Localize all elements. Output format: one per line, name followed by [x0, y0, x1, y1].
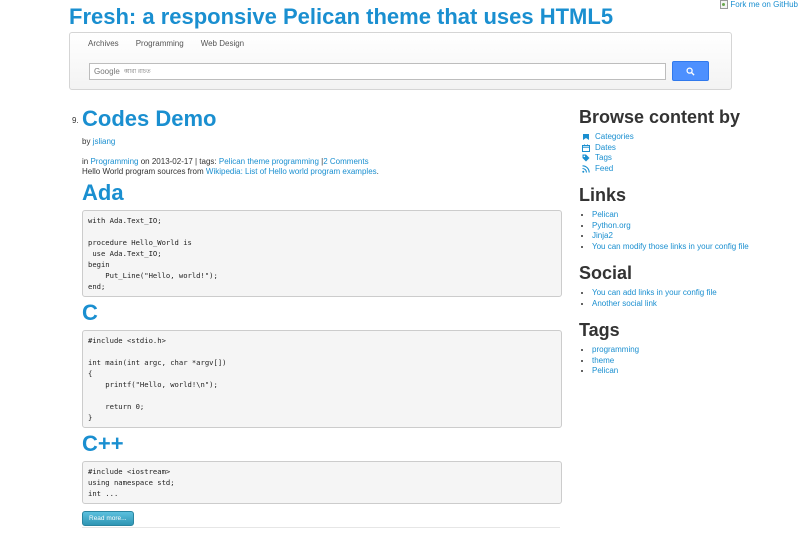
search-icon: [686, 66, 695, 76]
site-title[interactable]: Fresh: a responsive Pelican theme that u…: [69, 4, 613, 30]
search-input[interactable]: [123, 68, 424, 75]
list-item: You can modify those links in your confi…: [592, 242, 789, 253]
links-heading: Links: [579, 185, 627, 205]
browse-link-categories[interactable]: Categories: [595, 132, 634, 143]
browse-link-feed[interactable]: Feed: [595, 164, 613, 175]
navbar: Archives Programming Web Design Google: [69, 32, 732, 90]
list-item: Another social link: [592, 299, 789, 310]
browse-link-tags[interactable]: Tags: [595, 153, 612, 164]
tag-link-programming[interactable]: programming: [592, 345, 639, 354]
social-list: You can add links in your config file An…: [579, 288, 789, 309]
tag-link-theme[interactable]: theme: [592, 356, 614, 365]
social-link-config[interactable]: You can add links in your config file: [592, 288, 717, 297]
wikipedia-link[interactable]: Wikipedia: List of Hello world program e…: [206, 167, 377, 176]
code-block-cpp: #include <iostream> using namespace std;…: [82, 461, 562, 504]
author-link[interactable]: jsliang: [93, 137, 116, 146]
section-heading-cpp: C++: [82, 431, 124, 456]
link-config-note[interactable]: You can modify those links in your confi…: [592, 242, 749, 251]
nav-item-web-design[interactable]: Web Design: [201, 39, 244, 48]
tag-link-pelican[interactable]: Pelican: [592, 366, 618, 375]
browse-item-feed[interactable]: Feed: [579, 164, 789, 175]
tags-heading: Tags: [579, 320, 620, 340]
tag-icon: [582, 154, 590, 162]
broken-image-icon: [720, 0, 729, 9]
social-link-another[interactable]: Another social link: [592, 299, 657, 308]
search-box[interactable]: Google: [89, 63, 666, 80]
google-brand-label: Google: [94, 67, 120, 76]
nav-links: Archives Programming Web Design: [88, 39, 261, 48]
link-pelican[interactable]: Pelican: [592, 210, 618, 219]
code-block-ada: with Ada.Text_IO; procedure Hello_World …: [82, 210, 562, 297]
tags-list: programming theme Pelican: [579, 345, 789, 377]
by-prefix: by: [82, 137, 91, 146]
list-item: Pelican: [592, 366, 789, 377]
list-item: theme: [592, 356, 789, 367]
search-button[interactable]: [672, 61, 709, 81]
meta-in: in: [82, 157, 89, 166]
link-jinja2[interactable]: Jinja2: [592, 231, 613, 240]
list-item: programming: [592, 345, 789, 356]
fork-me-on-github-link[interactable]: Fork me on GitHub: [720, 0, 798, 9]
social-heading: Social: [579, 263, 633, 283]
section-heading-ada: Ada: [82, 180, 124, 205]
category-link[interactable]: Programming: [90, 157, 138, 166]
list-item: Python.org: [592, 221, 789, 232]
post-title[interactable]: Codes Demo: [82, 106, 216, 131]
comments-link[interactable]: 2 Comments: [323, 157, 368, 166]
list-item: Pelican: [592, 210, 789, 221]
fork-ribbon-alt-text: Fork me on GitHub: [730, 0, 798, 9]
section-heading-c: C: [82, 300, 98, 325]
calendar-icon: [582, 144, 590, 152]
summary-prefix: Hello World program sources from: [82, 167, 204, 176]
list-item: Jinja2: [592, 231, 789, 242]
byline: by jsliang: [82, 137, 562, 147]
links-list: Pelican Python.org Jinja2 You can modify…: [579, 210, 789, 252]
read-more-button[interactable]: Read more...: [82, 511, 134, 526]
browse-item-categories[interactable]: Categories: [579, 132, 789, 143]
browse-heading: Browse content by: [579, 107, 741, 127]
nav-item-programming[interactable]: Programming: [136, 39, 184, 48]
sidebar: Browse content by Categories Dates Tags …: [579, 106, 789, 387]
code-block-c: #include <stdio.h> int main(int argc, ch…: [82, 330, 562, 428]
post-summary: Hello World program sources from Wikiped…: [82, 167, 562, 177]
browse-item-tags[interactable]: Tags: [579, 153, 789, 164]
meta-date: on 2013-02-17 | tags:: [140, 157, 217, 166]
nav-item-archives[interactable]: Archives: [88, 39, 119, 48]
tags-link[interactable]: Pelican theme programming: [219, 157, 319, 166]
summary-suffix: .: [376, 167, 379, 176]
post-list-number: 9.: [72, 116, 79, 125]
browse-item-dates[interactable]: Dates: [579, 143, 789, 154]
main-content: 9. Codes Demo by jsliang in Programming …: [72, 106, 562, 526]
bookmark-icon: [582, 133, 590, 141]
browse-link-dates[interactable]: Dates: [595, 143, 616, 154]
post-divider: [82, 527, 560, 528]
rss-icon: [582, 165, 590, 173]
link-python-org[interactable]: Python.org: [592, 221, 631, 230]
list-item: You can add links in your config file: [592, 288, 789, 299]
post-meta: in Programming on 2013-02-17 | tags: Pel…: [82, 157, 562, 167]
browse-list: Categories Dates Tags Feed: [579, 132, 789, 174]
